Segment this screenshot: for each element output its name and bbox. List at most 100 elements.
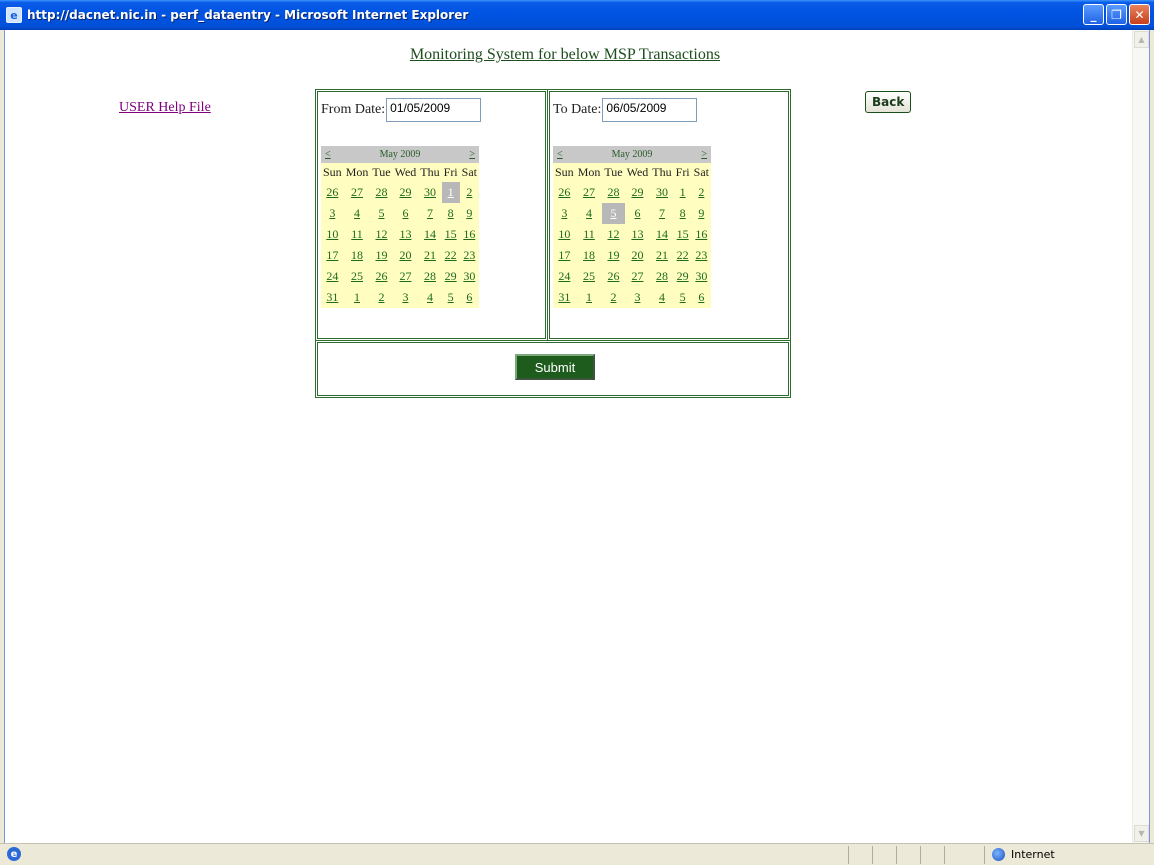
calendar-day[interactable]: 19 — [370, 245, 392, 266]
calendar-day[interactable]: 30 — [650, 182, 673, 203]
calendar-day[interactable]: 13 — [393, 224, 419, 245]
calendar-day[interactable]: 21 — [650, 245, 673, 266]
calendar-day[interactable]: 29 — [674, 266, 692, 287]
calendar-day[interactable]: 19 — [602, 245, 624, 266]
calendar-day[interactable]: 30 — [692, 266, 711, 287]
vertical-scrollbar[interactable]: ▲ ▼ — [1132, 30, 1149, 843]
calendar-day[interactable]: 20 — [393, 245, 419, 266]
prev-month-link[interactable]: < — [325, 149, 331, 160]
calendar-day[interactable]: 28 — [602, 182, 624, 203]
calendar-day[interactable]: 25 — [576, 266, 603, 287]
calendar-day[interactable]: 1 — [576, 287, 603, 308]
calendar-day[interactable]: 5 — [370, 203, 392, 224]
calendar-day[interactable]: 4 — [344, 203, 371, 224]
calendar-day[interactable]: 29 — [625, 182, 651, 203]
calendar-day[interactable]: 26 — [553, 182, 576, 203]
calendar-day[interactable]: 3 — [321, 203, 344, 224]
calendar-day[interactable]: 27 — [344, 182, 371, 203]
calendar-day[interactable]: 1 — [674, 182, 692, 203]
next-month-link[interactable]: > — [701, 149, 707, 160]
calendar-day[interactable]: 13 — [625, 224, 651, 245]
calendar-day[interactable]: 30 — [418, 182, 441, 203]
calendar-day[interactable]: 2 — [692, 182, 711, 203]
calendar-day[interactable]: 28 — [650, 266, 673, 287]
calendar-day[interactable]: 27 — [393, 266, 419, 287]
calendar-day[interactable]: 18 — [576, 245, 603, 266]
calendar-day[interactable]: 17 — [321, 245, 344, 266]
calendar-day[interactable]: 31 — [553, 287, 576, 308]
calendar-day[interactable]: 24 — [553, 266, 576, 287]
calendar-day[interactable]: 4 — [576, 203, 603, 224]
submit-button[interactable]: Submit — [515, 354, 595, 380]
calendar-day[interactable]: 9 — [460, 203, 479, 224]
calendar-header: < May 2009 > — [553, 146, 711, 163]
calendar-day[interactable]: 22 — [442, 245, 460, 266]
minimize-button[interactable]: _ — [1083, 4, 1104, 25]
calendar-day[interactable]: 6 — [460, 287, 479, 308]
calendar-day[interactable]: 3 — [393, 287, 419, 308]
calendar-day[interactable]: 14 — [418, 224, 441, 245]
prev-month-link[interactable]: < — [557, 149, 563, 160]
calendar-day[interactable]: 16 — [460, 224, 479, 245]
calendar-day[interactable]: 16 — [692, 224, 711, 245]
calendar-day[interactable]: 7 — [650, 203, 673, 224]
calendar-day[interactable]: 23 — [692, 245, 711, 266]
back-button[interactable]: Back — [865, 91, 912, 113]
to-date-input[interactable]: 06/05/2009 — [602, 98, 698, 122]
calendar-day[interactable]: 26 — [370, 266, 392, 287]
calendar-day[interactable]: 4 — [418, 287, 441, 308]
calendar-day[interactable]: 28 — [418, 266, 441, 287]
calendar-day[interactable]: 28 — [370, 182, 392, 203]
calendar-day[interactable]: 4 — [650, 287, 673, 308]
calendar-day[interactable]: 10 — [553, 224, 576, 245]
restore-button[interactable]: ❐ — [1106, 4, 1127, 25]
scroll-up-arrow-icon[interactable]: ▲ — [1134, 31, 1149, 48]
calendar-day[interactable]: 1 — [344, 287, 371, 308]
calendar-day[interactable]: 12 — [602, 224, 624, 245]
calendar-day[interactable]: 29 — [442, 266, 460, 287]
calendar-day[interactable]: 3 — [625, 287, 651, 308]
calendar-day[interactable]: 12 — [370, 224, 392, 245]
calendar-day[interactable]: 18 — [344, 245, 371, 266]
calendar-day[interactable]: 8 — [442, 203, 460, 224]
calendar-day[interactable]: 2 — [460, 182, 479, 203]
calendar-day[interactable]: 6 — [692, 287, 711, 308]
calendar-day[interactable]: 14 — [650, 224, 673, 245]
scroll-down-arrow-icon[interactable]: ▼ — [1134, 825, 1149, 842]
calendar-day[interactable]: 5 — [674, 287, 692, 308]
calendar-day[interactable]: 3 — [553, 203, 576, 224]
calendar-day[interactable]: 24 — [321, 266, 344, 287]
calendar-day[interactable]: 6 — [625, 203, 651, 224]
calendar-day[interactable]: 25 — [344, 266, 371, 287]
calendar-day[interactable]: 15 — [674, 224, 692, 245]
calendar-day[interactable]: 27 — [625, 266, 651, 287]
calendar-day[interactable]: 9 — [692, 203, 711, 224]
calendar-day[interactable]: 1 — [441, 182, 460, 203]
calendar-day[interactable]: 10 — [321, 224, 344, 245]
calendar-day[interactable]: 5 — [602, 203, 625, 224]
calendar-day[interactable]: 2 — [370, 287, 392, 308]
calendar-day[interactable]: 20 — [625, 245, 651, 266]
calendar-day[interactable]: 11 — [576, 224, 603, 245]
calendar-day[interactable]: 21 — [418, 245, 441, 266]
from-date-input[interactable]: 01/05/2009 — [386, 98, 482, 122]
calendar-day[interactable]: 26 — [321, 182, 344, 203]
calendar-day[interactable]: 7 — [418, 203, 441, 224]
calendar-day[interactable]: 15 — [442, 224, 460, 245]
close-button[interactable]: ✕ — [1129, 4, 1150, 25]
calendar-day[interactable]: 31 — [321, 287, 344, 308]
calendar-day[interactable]: 22 — [674, 245, 692, 266]
calendar-day[interactable]: 27 — [576, 182, 603, 203]
next-month-link[interactable]: > — [469, 149, 475, 160]
calendar-day[interactable]: 6 — [393, 203, 419, 224]
calendar-day[interactable]: 5 — [442, 287, 460, 308]
calendar-day[interactable]: 11 — [344, 224, 371, 245]
calendar-day[interactable]: 23 — [460, 245, 479, 266]
calendar-day[interactable]: 30 — [460, 266, 479, 287]
calendar-day[interactable]: 26 — [602, 266, 624, 287]
calendar-day[interactable]: 29 — [393, 182, 419, 203]
user-help-file-link[interactable]: USER Help File — [119, 100, 211, 116]
calendar-day[interactable]: 2 — [602, 287, 624, 308]
calendar-day[interactable]: 8 — [674, 203, 692, 224]
calendar-day[interactable]: 17 — [553, 245, 576, 266]
